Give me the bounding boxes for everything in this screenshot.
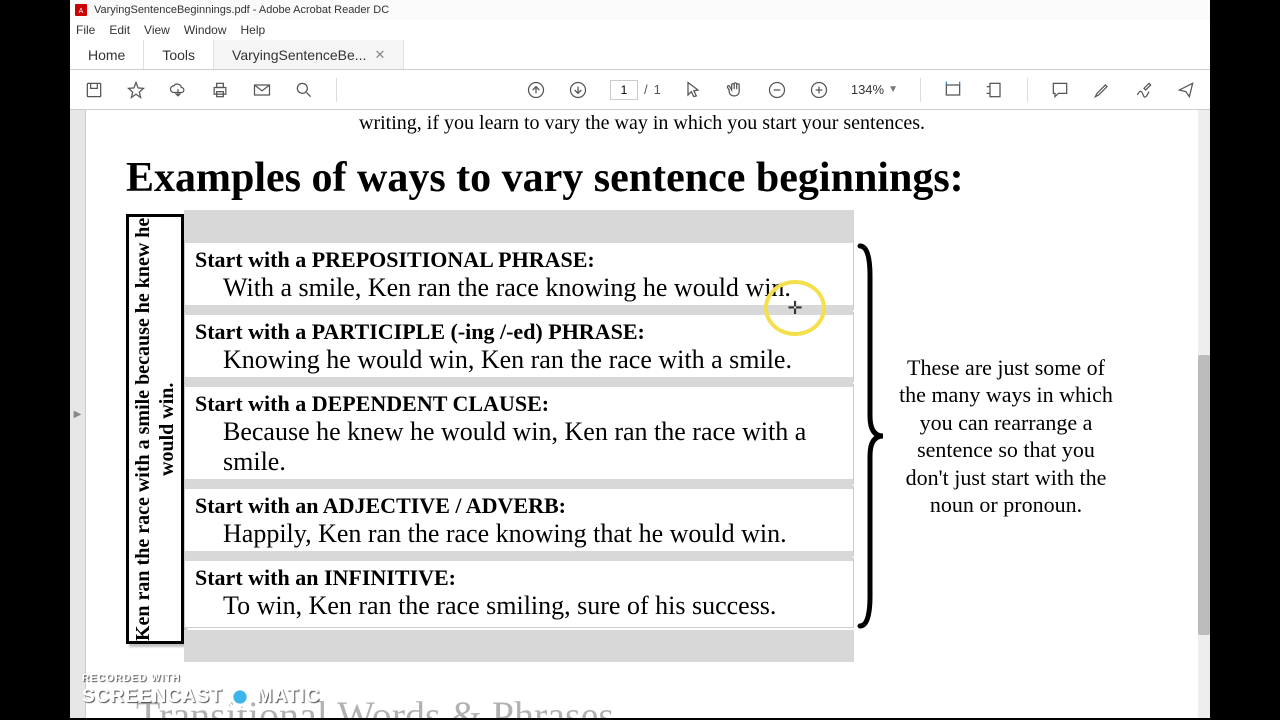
document-viewport: ▶ writing, if you learn to vary the way … (70, 110, 1198, 718)
pdf-icon: A (74, 3, 88, 17)
example-sentence: With a smile, Ken ran the race knowing h… (223, 273, 843, 303)
chevron-down-icon: ▼ (888, 84, 898, 95)
cursor-icon[interactable] (683, 80, 703, 100)
menu-window[interactable]: Window (184, 23, 227, 37)
menu-edit[interactable]: Edit (109, 23, 130, 37)
zoom-level[interactable]: 134% ▼ (851, 82, 898, 97)
close-icon[interactable]: ✕ (374, 47, 385, 63)
zoom-out-icon[interactable] (767, 80, 787, 100)
sidebar-toggle[interactable]: ▶ (70, 110, 86, 718)
toolbar-divider (336, 78, 337, 102)
save-icon[interactable] (84, 80, 104, 100)
watermark-logo-icon (227, 684, 253, 710)
tab-home[interactable]: Home (70, 40, 144, 69)
page-number-input[interactable] (610, 80, 638, 100)
page-total: 1 (654, 82, 661, 97)
svg-text:A: A (79, 8, 84, 15)
example-label: Start with a PARTICIPLE (-ing /-ed) PHRA… (195, 319, 843, 345)
side-note: These are just some of the many ways in … (890, 210, 1122, 662)
fit-page-icon[interactable] (985, 80, 1005, 100)
window-title: VaryingSentenceBeginnings.pdf - Adobe Ac… (94, 4, 389, 16)
highlight-icon[interactable] (1092, 80, 1112, 100)
tab-document[interactable]: VaryingSentenceBe... ✕ (214, 40, 404, 69)
page-up-icon[interactable] (526, 80, 546, 100)
tabbar: Home Tools VaryingSentenceBe... ✕ (70, 40, 1210, 70)
toolbar: / 1 134% ▼ (70, 70, 1210, 110)
toolbar-divider (1027, 78, 1028, 102)
base-sentence-box: Ken ran the race with a smile because he… (126, 214, 184, 644)
footer-text: Another way to keep your writing fluent … (654, 716, 1114, 718)
toolbar-divider (920, 78, 921, 102)
comment-icon[interactable] (1050, 80, 1070, 100)
watermark-left: SCREENCAST (82, 686, 223, 708)
example-block: Start with a PARTICIPLE (-ing /-ed) PHRA… (184, 312, 854, 382)
share-icon[interactable] (1176, 80, 1196, 100)
intro-text: writing, if you learn to vary the way in… (116, 110, 1168, 136)
app-window: A VaryingSentenceBeginnings.pdf - Adobe … (70, 0, 1210, 718)
fit-width-icon[interactable] (943, 80, 963, 100)
zoom-in-icon[interactable] (809, 80, 829, 100)
page-down-icon[interactable] (568, 80, 588, 100)
watermark: RECORDED WITH SCREENCAST MATIC (82, 673, 321, 710)
star-icon[interactable] (126, 80, 146, 100)
examples-column: Start with a PREPOSITIONAL PHRASE: With … (184, 210, 854, 662)
page-separator: / (644, 82, 648, 97)
watermark-right: MATIC (257, 686, 321, 708)
sign-icon[interactable] (1134, 80, 1154, 100)
menu-help[interactable]: Help (241, 23, 266, 37)
base-sentence: Ken ran the race with a smile because he… (131, 217, 179, 641)
menu-view[interactable]: View (144, 23, 170, 37)
example-sentence: To win, Ken ran the race smiling, sure o… (223, 591, 843, 621)
hand-icon[interactable] (725, 80, 745, 100)
print-icon[interactable] (210, 80, 230, 100)
example-label: Start with an INFINITIVE: (195, 565, 843, 591)
example-block: Start with a PREPOSITIONAL PHRASE: With … (184, 240, 854, 310)
search-icon[interactable] (294, 80, 314, 100)
example-block: Start with an INFINITIVE: To win, Ken ra… (184, 558, 854, 628)
menubar: File Edit View Window Help (70, 20, 1210, 40)
scrollbar-thumb[interactable] (1198, 355, 1210, 635)
page-content[interactable]: writing, if you learn to vary the way in… (86, 110, 1198, 718)
mail-icon[interactable] (252, 80, 272, 100)
menu-file[interactable]: File (76, 23, 95, 37)
example-sentence: Knowing he would win, Ken ran the race w… (223, 345, 843, 375)
example-sentence: Happily, Ken ran the race knowing that h… (223, 519, 843, 549)
chevron-right-icon: ▶ (74, 409, 82, 420)
titlebar: A VaryingSentenceBeginnings.pdf - Adobe … (70, 0, 1210, 20)
brace-icon (850, 210, 890, 662)
vertical-scrollbar[interactable] (1198, 110, 1210, 718)
example-label: Start with an ADJECTIVE / ADVERB: (195, 493, 843, 519)
example-label: Start with a DEPENDENT CLAUSE: (195, 391, 843, 417)
example-sentence: Because he knew he would win, Ken ran th… (223, 417, 843, 477)
cloud-icon[interactable] (168, 80, 188, 100)
tab-tools[interactable]: Tools (144, 40, 214, 69)
tab-document-label: VaryingSentenceBe... (232, 47, 366, 63)
example-block: Start with an ADJECTIVE / ADVERB: Happil… (184, 486, 854, 556)
section-heading: Examples of ways to vary sentence beginn… (126, 154, 1168, 202)
example-label: Start with a PREPOSITIONAL PHRASE: (195, 247, 843, 273)
watermark-top: RECORDED WITH (82, 673, 321, 684)
example-block: Start with a DEPENDENT CLAUSE: Because h… (184, 384, 854, 484)
